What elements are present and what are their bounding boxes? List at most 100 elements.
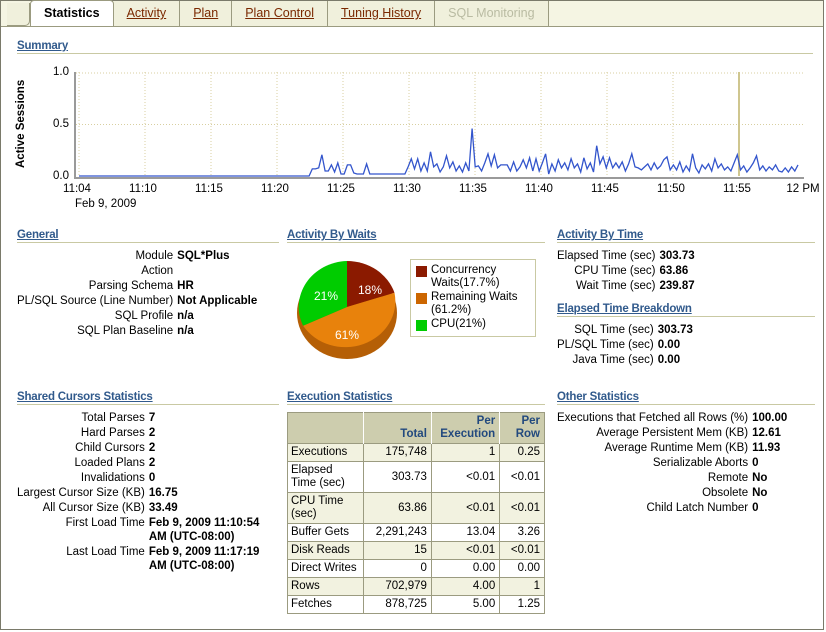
sc-row-total-parses: Total Parses 7 — [17, 411, 279, 426]
table-row: Buffer Gets 2,291,243 13.04 3.26 — [288, 524, 545, 542]
legend-label-remaining: Remaining Waits (61.2%) — [431, 291, 531, 317]
chart-x-tick-5: 11:30 — [393, 183, 421, 195]
sc-label-child-cursors: Child Cursors — [17, 441, 149, 456]
general-section: General Module SQL*Plus Action Parsing S… — [17, 229, 279, 339]
sc-label-invalidations: Invalidations — [17, 471, 149, 486]
elapsed-time-breakdown-list: SQL Time (sec) 303.73 PL/SQL Time (sec) … — [557, 323, 815, 368]
chart-x-tick-8: 11:45 — [591, 183, 619, 195]
tab-tuning-history-label: Tuning History — [341, 6, 421, 20]
abt-value-cpu: 63.86 — [659, 264, 815, 279]
sc-value-largest-cursor-size: 16.75 — [149, 486, 279, 501]
exec-row-2-name: CPU Time (sec) — [288, 493, 364, 524]
legend-item-remaining: Remaining Waits (61.2%) — [416, 291, 531, 317]
tab-sql-monitoring: SQL Monitoring — [435, 1, 548, 26]
etb-value-sql: 303.73 — [658, 323, 815, 338]
exec-row-7-per-row: 1.25 — [500, 596, 545, 614]
general-value-sql-profile: n/a — [177, 309, 279, 324]
os-value-serializable-aborts: 0 — [752, 456, 815, 471]
execution-statistics-table: Total Per Execution Per Row Executions 1… — [287, 412, 545, 614]
general-row-sql-plan-baseline: SQL Plan Baseline n/a — [17, 324, 279, 339]
general-row-plsql-source: PL/SQL Source (Line Number) Not Applicab… — [17, 294, 279, 309]
legend-label-concurrency: Concurrency Waits(17.7%) — [431, 264, 531, 290]
general-row-parsing-schema: Parsing Schema HR — [17, 279, 279, 294]
table-row: Elapsed Time (sec) 303.73 <0.01 <0.01 — [288, 462, 545, 493]
other-statistics-list: Executions that Fetched all Rows (%) 100… — [557, 411, 815, 516]
os-value-remote: No — [752, 471, 815, 486]
abt-value-wait: 239.87 — [659, 279, 815, 294]
general-heading: General — [17, 229, 279, 243]
sc-value-child-cursors: 2 — [149, 441, 279, 456]
tab-sql-monitoring-label: SQL Monitoring — [448, 6, 534, 20]
general-row-module: Module SQL*Plus — [17, 249, 279, 264]
os-row-serializable-aborts: Serializable Aborts 0 — [557, 456, 815, 471]
tab-activity[interactable]: Activity — [114, 1, 181, 26]
tab-activity-label: Activity — [127, 6, 167, 20]
sc-row-loaded-plans: Loaded Plans 2 — [17, 456, 279, 471]
tab-tuning-history[interactable]: Tuning History — [328, 1, 435, 26]
exec-row-5-name: Direct Writes — [288, 560, 364, 578]
summary-heading: Summary — [17, 40, 813, 54]
legend-swatch-remaining-icon — [416, 293, 427, 304]
exec-row-4-per-row: <0.01 — [500, 542, 545, 560]
os-row-avg-runtime-mem: Average Runtime Mem (KB) 11.93 — [557, 441, 815, 456]
etb-label-plsql: PL/SQL Time (sec) — [557, 338, 658, 353]
general-value-module: SQL*Plus — [177, 249, 279, 264]
etb-label-java: Java Time (sec) — [557, 353, 658, 368]
chart-x-tick-9: 11:50 — [657, 183, 685, 195]
pie-slice-label-cpu: 21% — [314, 289, 338, 303]
sql-statistics-page: Statistics Activity Plan Plan Control Tu… — [0, 0, 824, 630]
etb-label-sql: SQL Time (sec) — [557, 323, 658, 338]
tab-plan-control[interactable]: Plan Control — [232, 1, 328, 26]
general-label-sql-plan-baseline: SQL Plan Baseline — [17, 324, 177, 339]
chart-x-tick-11: 12 PM — [786, 183, 819, 195]
abt-label-cpu: CPU Time (sec) — [557, 264, 659, 279]
table-row: Fetches 878,725 5.00 1.25 — [288, 596, 545, 614]
tab-statistics[interactable]: Statistics — [30, 0, 114, 26]
sc-row-first-load-time: First Load Time Feb 9, 2009 11:10:54 AM … — [17, 516, 279, 545]
pie-legend: Concurrency Waits(17.7%) Remaining Waits… — [410, 259, 536, 337]
execution-statistics-header-row: Total Per Execution Per Row — [288, 413, 545, 444]
general-value-action — [177, 264, 279, 279]
exec-row-4-per-execution: <0.01 — [431, 542, 499, 560]
general-row-action: Action — [17, 264, 279, 279]
shared-cursors-list: Total Parses 7 Hard Parses 2 Child Curso… — [17, 411, 279, 574]
os-row-remote: Remote No — [557, 471, 815, 486]
activity-by-waits-heading: Activity By Waits — [287, 229, 545, 243]
other-statistics-section: Other Statistics Executions that Fetched… — [557, 391, 815, 516]
exec-row-6-per-execution: 4.00 — [431, 578, 499, 596]
exec-row-4-name: Disk Reads — [288, 542, 364, 560]
chart-y-tick-1: 1.0 — [33, 66, 69, 78]
sc-row-largest-cursor-size: Largest Cursor Size (KB) 16.75 — [17, 486, 279, 501]
tab-plan[interactable]: Plan — [180, 1, 232, 26]
col-header-per-execution: Per Execution — [431, 413, 499, 444]
chart-x-tick-10: 11:55 — [723, 183, 751, 195]
os-label-remote: Remote — [557, 471, 752, 486]
col-header-per-row: Per Row — [500, 413, 545, 444]
sc-label-first-load-time: First Load Time — [17, 516, 149, 545]
pie-slice-label-remaining: 61% — [335, 328, 359, 342]
os-row-child-latch-number: Child Latch Number 0 — [557, 501, 815, 516]
os-label-child-latch-number: Child Latch Number — [557, 501, 752, 516]
general-label-sql-profile: SQL Profile — [17, 309, 177, 324]
exec-row-4-total: 15 — [363, 542, 431, 560]
exec-row-2-per-execution: <0.01 — [431, 493, 499, 524]
chart-x-tick-0: 11:04 — [63, 183, 91, 195]
sc-value-total-parses: 7 — [149, 411, 279, 426]
os-row-obsolete: Obsolete No — [557, 486, 815, 501]
general-list: Module SQL*Plus Action Parsing Schema HR… — [17, 249, 279, 339]
shared-cursors-heading: Shared Cursors Statistics — [17, 391, 279, 405]
os-value-avg-persistent-mem: 12.61 — [752, 426, 815, 441]
chart-x-tick-1: 11:10 — [129, 183, 157, 195]
os-label-avg-persistent-mem: Average Persistent Mem (KB) — [557, 426, 752, 441]
table-row: Rows 702,979 4.00 1 — [288, 578, 545, 596]
exec-row-6-name: Rows — [288, 578, 364, 596]
pie-chart-svg — [295, 251, 403, 363]
chart-x-tick-2: 11:15 — [195, 183, 223, 195]
general-value-sql-plan-baseline: n/a — [177, 324, 279, 339]
chart-x-tick-6: 11:35 — [459, 183, 487, 195]
os-value-fetched-all-rows: 100.00 — [752, 411, 815, 426]
elapsed-time-breakdown-heading: Elapsed Time Breakdown — [557, 303, 815, 317]
general-value-parsing-schema: HR — [177, 279, 279, 294]
chart-y-tick-05: 0.5 — [33, 118, 69, 130]
exec-row-3-name: Buffer Gets — [288, 524, 364, 542]
